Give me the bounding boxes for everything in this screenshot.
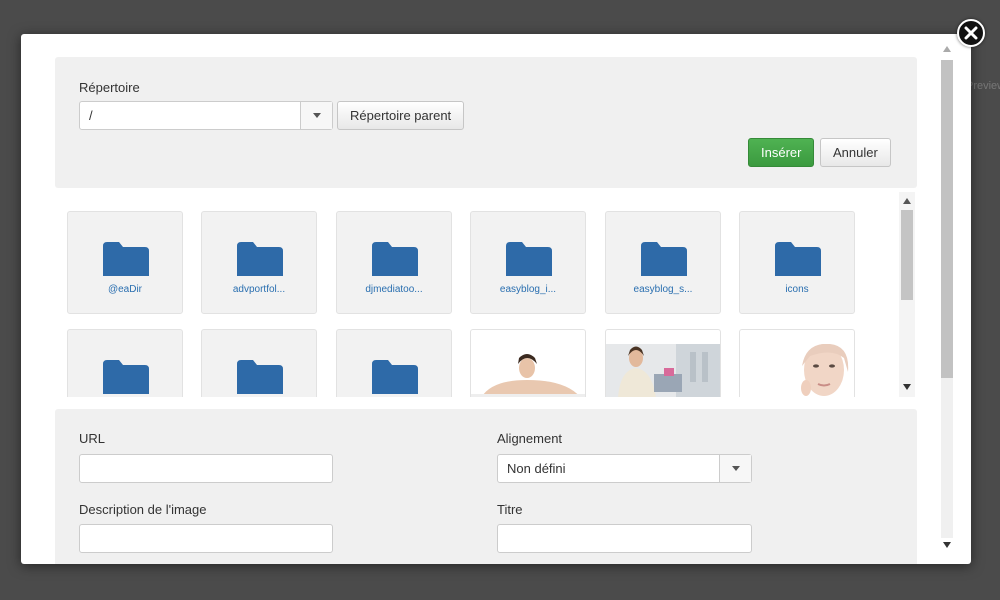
directory-panel: Répertoire / Répertoire parent Insérer A… — [55, 57, 917, 188]
folder-tile[interactable]: @eaDir — [67, 211, 183, 314]
folder-icon — [372, 360, 418, 394]
folder-icon — [103, 242, 149, 276]
directory-label: Répertoire — [79, 80, 140, 95]
insert-button[interactable]: Insérer — [748, 138, 815, 167]
background-preview-text: Preview — [966, 80, 1000, 92]
folder-tile[interactable] — [336, 329, 452, 397]
scroll-down-icon[interactable] — [903, 384, 911, 390]
close-modal-button[interactable] — [957, 19, 985, 47]
alignment-select-value: Non défini — [507, 461, 566, 476]
parent-directory-button[interactable]: Répertoire parent — [337, 101, 465, 130]
scroll-up-icon[interactable] — [903, 198, 911, 204]
image-thumbnail-picture — [740, 344, 854, 397]
alignment-label: Alignement — [497, 431, 563, 446]
description-label: Description de l'image — [79, 502, 207, 517]
folder-icon — [372, 242, 418, 276]
folder-tile[interactable]: easyblog_i... — [470, 211, 586, 314]
image-thumbnail-picture — [471, 344, 585, 397]
image-properties-panel: URL Alignement Non défini Description de… — [55, 409, 917, 564]
image-thumbnail-picture — [606, 344, 720, 397]
folder-tile[interactable] — [67, 329, 183, 397]
title-label: Titre — [497, 502, 523, 517]
chevron-down-icon[interactable] — [719, 455, 751, 482]
url-label: URL — [79, 431, 106, 446]
directory-select[interactable]: / — [79, 101, 333, 130]
modal-scrollbar[interactable] — [938, 40, 956, 558]
folder-icon — [641, 242, 687, 276]
folder-name: icons — [785, 284, 809, 295]
image-thumbnail[interactable] — [605, 329, 721, 397]
folder-icon — [103, 360, 149, 394]
folder-icon — [506, 242, 552, 276]
title-input[interactable] — [497, 524, 752, 553]
folder-name: djmediatoo... — [365, 284, 423, 295]
media-grid-scrollbar[interactable] — [899, 192, 915, 397]
media-grid-scrollbar-thumb[interactable] — [901, 210, 913, 300]
scroll-down-icon[interactable] — [943, 542, 951, 548]
image-thumbnail[interactable] — [470, 329, 586, 397]
folder-tile[interactable]: easyblog_s... — [605, 211, 721, 314]
close-icon — [964, 26, 978, 40]
folder-icon — [237, 360, 283, 394]
description-input[interactable] — [79, 524, 333, 553]
url-input[interactable] — [79, 454, 333, 483]
folder-name: easyblog_i... — [499, 284, 557, 295]
folder-tile[interactable]: icons — [739, 211, 855, 314]
folder-icon — [775, 242, 821, 276]
folder-tile[interactable]: djmediatoo... — [336, 211, 452, 314]
modal-scrollbar-thumb[interactable] — [941, 60, 953, 378]
media-manager-modal: Répertoire / Répertoire parent Insérer A… — [21, 34, 971, 564]
directory-select-value: / — [89, 108, 93, 123]
folder-name: advportfol... — [232, 284, 286, 295]
alignment-select[interactable]: Non défini — [497, 454, 752, 483]
image-thumbnail[interactable] — [739, 329, 855, 397]
folder-tile[interactable]: advportfol... — [201, 211, 317, 314]
folder-icon — [237, 242, 283, 276]
media-grid: @eaDir advportfol... djmediatoo... easyb… — [55, 192, 917, 397]
cancel-button[interactable]: Annuler — [820, 138, 891, 167]
folder-name: @eaDir — [107, 284, 143, 295]
folder-tile[interactable] — [201, 329, 317, 397]
chevron-down-icon[interactable] — [300, 102, 332, 129]
folder-name: easyblog_s... — [633, 284, 693, 295]
scroll-up-icon[interactable] — [943, 46, 951, 52]
